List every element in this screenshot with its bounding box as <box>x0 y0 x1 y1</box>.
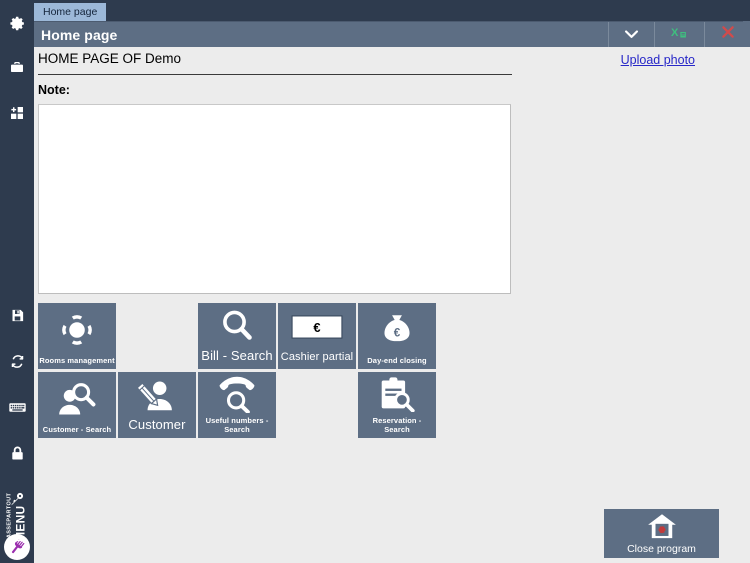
tab-home-page[interactable]: Home page <box>34 3 107 21</box>
tile-label: Useful numbers - Search <box>205 416 269 434</box>
sidebar-item-briefcase[interactable] <box>0 51 34 85</box>
briefcase-icon <box>9 60 25 76</box>
sidebar-item-settings[interactable] <box>0 6 34 40</box>
sidebar-item-lock[interactable] <box>0 436 34 470</box>
tile-label: Bill - Search <box>201 348 273 363</box>
phone-magnifier-icon <box>198 372 276 416</box>
sidebar-item-add-module[interactable] <box>0 96 34 130</box>
window-title-bar: Home page X <box>34 21 750 48</box>
left-sidebar: PASSEPARTOUT MENU <box>0 0 34 563</box>
note-input[interactable] <box>38 104 511 294</box>
svg-text:X: X <box>671 27 679 39</box>
tile-label: Reservation - Search <box>372 416 422 434</box>
tile-cashier-partial[interactable]: € Cashier partial <box>278 303 356 369</box>
banknote-euro-icon: € <box>278 303 356 351</box>
gear-icon <box>9 15 26 32</box>
tile-label: Customer - Search <box>42 425 112 434</box>
brand-text: PASSEPARTOUT MENU <box>7 492 28 542</box>
tile-empty-slot <box>118 303 196 369</box>
tile-row: Customer - Search Customer Useful number… <box>38 372 438 438</box>
svg-text:€: € <box>313 320 320 335</box>
sidebar-item-refresh[interactable] <box>0 344 34 378</box>
tab-strip: Home page <box>34 0 750 21</box>
tile-label: Cashier partial <box>280 351 354 363</box>
save-icon <box>10 308 25 323</box>
window-title: Home page <box>41 26 118 43</box>
tile-day-end-closing[interactable]: € Day-end closing <box>358 303 436 369</box>
keyboard-icon <box>8 401 26 414</box>
export-excel-button[interactable]: X <box>654 21 704 48</box>
tile-rooms-management[interactable]: Rooms management <box>38 303 116 369</box>
excel-export-icon: X <box>671 24 688 45</box>
upload-photo-link[interactable]: Upload photo <box>621 53 695 67</box>
scrollbar-top-cap <box>743 0 750 21</box>
tile-bill-search[interactable]: Bill - Search <box>198 303 276 369</box>
tile-empty-slot <box>278 372 356 438</box>
rooms-management-icon <box>38 303 116 356</box>
page-header: HOME PAGE OF Demo Upload photo <box>38 51 738 75</box>
main-content: HOME PAGE OF Demo Upload photo Note: Roo… <box>34 47 743 563</box>
tile-useful-numbers-search[interactable]: Useful numbers - Search <box>198 372 276 438</box>
tile-label: Rooms management <box>39 356 115 365</box>
chevron-down-icon <box>624 26 639 44</box>
person-magnifier-icon <box>38 372 116 425</box>
close-program-label: Close program <box>627 543 696 555</box>
magnifier-icon <box>198 303 276 348</box>
quick-action-tiles: Rooms management Bill - Search € Cashier… <box>38 303 438 441</box>
grid-plus-icon <box>9 105 25 121</box>
refresh-icon <box>10 354 25 369</box>
tile-label: Day-end closing <box>367 356 427 365</box>
tile-row: Rooms management Bill - Search € Cashier… <box>38 303 438 369</box>
person-pencil-icon <box>118 372 196 417</box>
sidebar-brand: PASSEPARTOUT MENU <box>0 477 34 563</box>
lock-icon <box>10 445 25 461</box>
house-close-icon <box>647 509 677 543</box>
tile-customer-search[interactable]: Customer - Search <box>38 372 116 438</box>
brand-big: MENU <box>13 505 28 542</box>
note-label: Note: <box>38 83 70 97</box>
title-divider <box>38 74 512 75</box>
sidebar-item-save[interactable] <box>0 298 34 332</box>
tile-reservation-search[interactable]: Reservation - Search <box>358 372 436 438</box>
clipboard-magnifier-icon <box>358 372 436 416</box>
tile-customer[interactable]: Customer <box>118 372 196 438</box>
vertical-scrollbar-track[interactable] <box>743 0 750 563</box>
money-bag-euro-icon: € <box>358 303 436 356</box>
vertical-scrollbar-thumb[interactable] <box>743 21 750 47</box>
page-title: HOME PAGE OF Demo <box>38 51 182 66</box>
close-icon <box>720 24 736 45</box>
svg-text:€: € <box>394 326 401 339</box>
close-program-button[interactable]: Close program <box>604 509 719 558</box>
application-window: PASSEPARTOUT MENU Home page Home page X … <box>0 0 750 563</box>
sidebar-item-keyboard[interactable] <box>0 390 34 424</box>
tile-label: Customer <box>128 417 186 432</box>
dropdown-button[interactable] <box>608 21 654 48</box>
